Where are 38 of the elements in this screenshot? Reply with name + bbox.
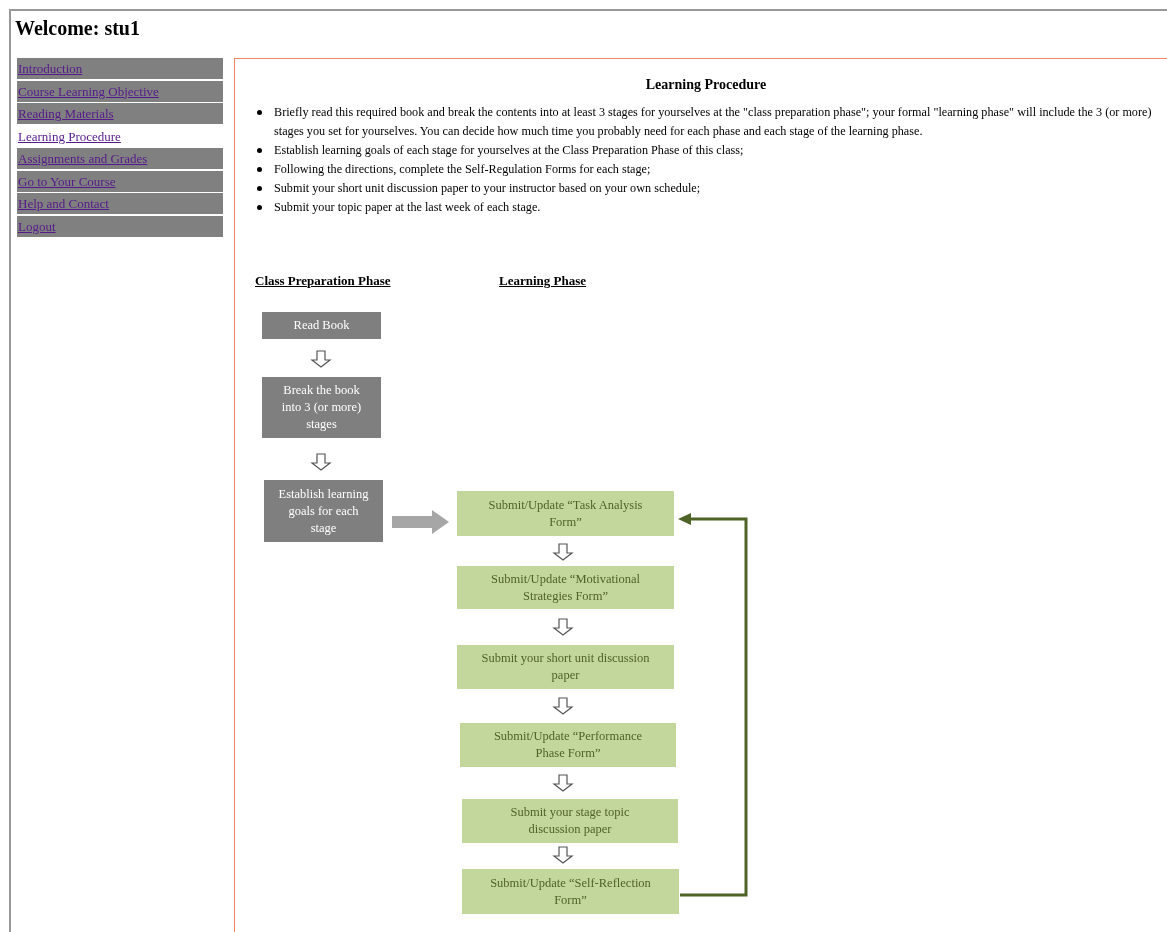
down-arrow-icon [553,846,573,864]
down-arrow-icon [311,350,331,368]
nav-link[interactable]: Logout [17,215,223,237]
welcome-title: Welcome: stu1 [15,16,140,41]
step-box: Submit/Update “Motivational Strategies Form” [457,566,674,609]
bullet-icon [257,167,262,172]
step-box: Submit/Update “Performance Phase Form” [460,723,676,767]
step-box: Establish learning goals for each stage [264,480,383,542]
step-box: Submit your short unit discussion paper [457,645,674,689]
bullet-icon [257,110,262,115]
down-arrow-icon [553,697,573,715]
column-title: Learning Phase [499,273,587,289]
bullet-icon [257,148,262,153]
nav-link[interactable]: Reading Materials [17,103,223,124]
nav-link[interactable]: Assignments and Grades [17,148,223,169]
nav-link[interactable]: Help and Contact [17,193,223,214]
nav-link[interactable]: Go to Your Course [17,170,223,192]
bullet-text: Briefly read this required book and break the contents into at least 3 stages for yourselves at the "class preparation phase"; your formal "learning phase" will include the 3 (or more) stages you set for yourselves. You can decide how much time you probably need for each phase and each stage of the learning phase. [274,104,1153,140]
bullet-icon [257,205,262,210]
down-arrow-icon [553,618,573,636]
step-box: Read Book [262,312,381,339]
step-box: Break the book into 3 (or more) stages [262,377,381,438]
step-box: Submit/Update “Task Analysis Form” [457,491,674,536]
down-arrow-icon [553,543,573,561]
right-arrow-icon [392,510,449,534]
step-box: Submit/Update “Self-Reflection Form” [462,869,679,914]
bullet-text: Following the directions, complete the Self-Regulation Forms for each stage; [274,161,652,178]
down-arrow-icon [553,774,573,792]
bullet-text: Establish learning goals of each stage for yourselves at the Class Preparation Phase of this class; [274,142,745,159]
nav-link[interactable]: Course Learning Objective [17,80,223,102]
bullet-icon [257,186,262,191]
bullet-text: Submit your short unit discussion paper to your instructor based on your own schedule; [274,180,702,197]
step-box: Submit your stage topic discussion paper [462,799,678,843]
bullet-text: Submit your topic paper at the last week of each stage. [274,199,542,216]
nav-link[interactable]: Introduction [17,58,223,79]
column-title: Class Preparation Phase [255,273,391,289]
page-heading: Learning Procedure [644,77,768,93]
down-arrow-icon [311,453,331,471]
